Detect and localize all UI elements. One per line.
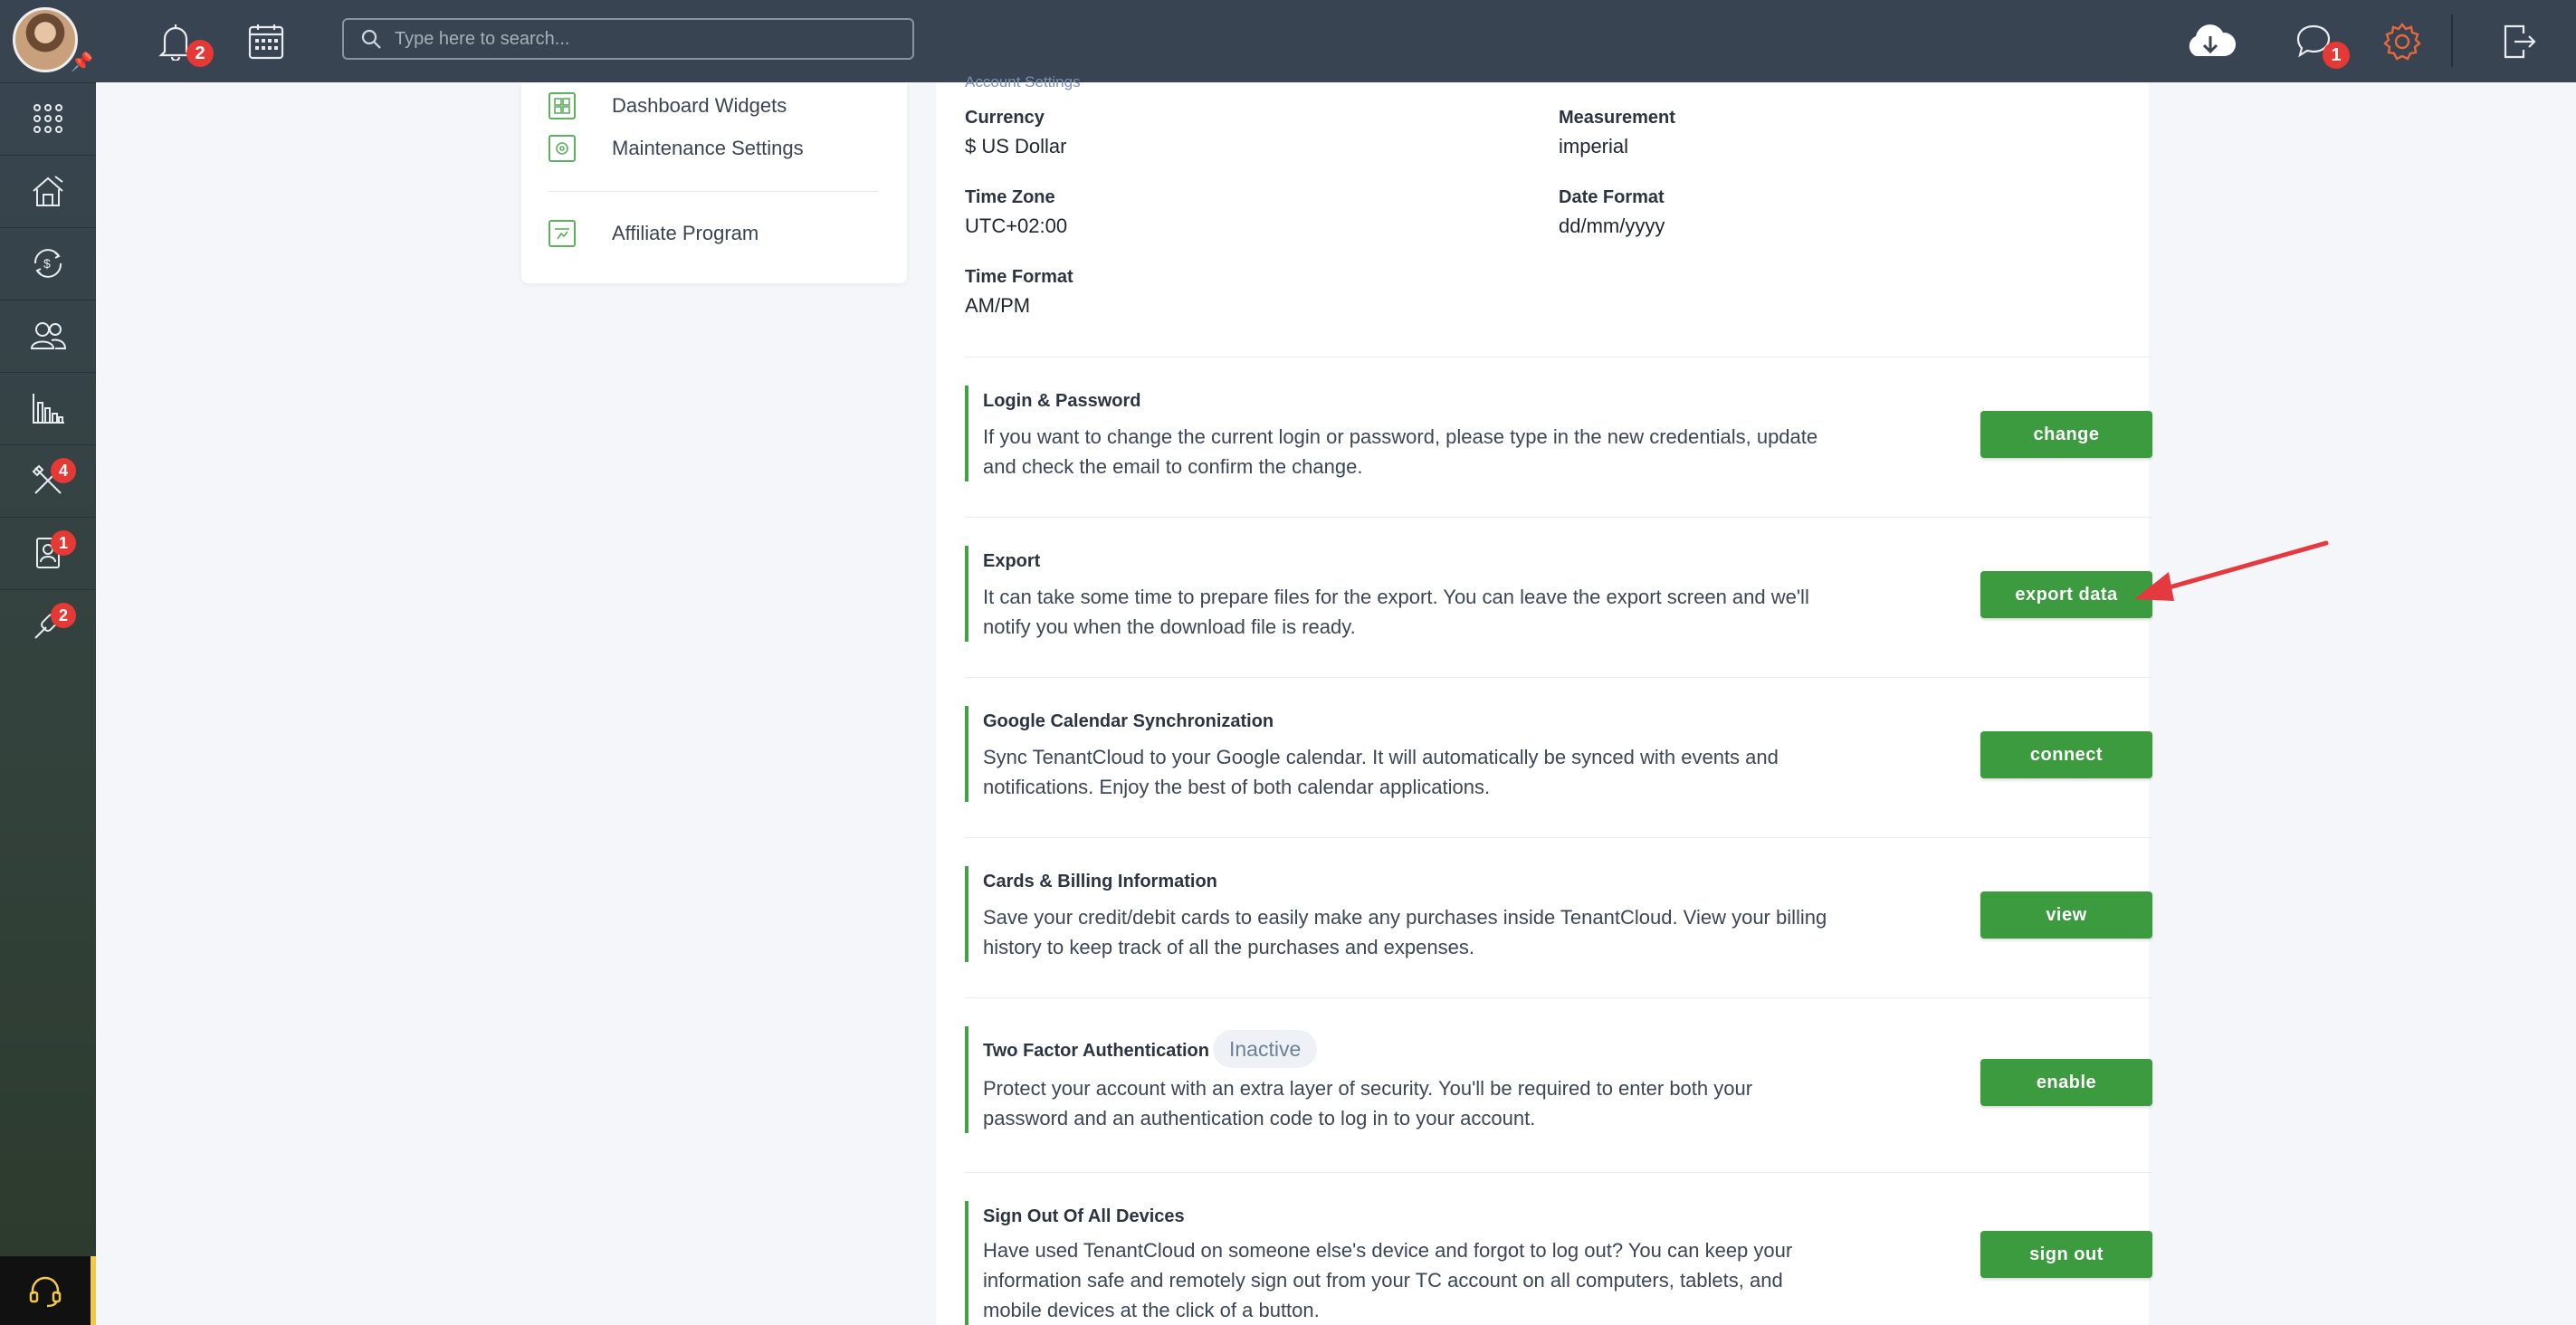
maintenance-settings-icon <box>549 135 576 162</box>
sidebar-item-apps[interactable] <box>0 82 96 153</box>
maintenance-badge: 4 <box>51 458 76 483</box>
sidebar: 📌 $ 4 1 2 <box>0 0 96 1325</box>
annotation-arrow-icon <box>2134 540 2329 601</box>
nav-item-label: Dashboard Widgets <box>612 94 787 117</box>
accent-bar <box>965 386 968 481</box>
divider <box>965 677 2152 678</box>
messages-badge: 1 <box>2323 42 2350 69</box>
money-cycle-icon: $ <box>33 248 62 278</box>
setting-title: Sign Out Of All Devices <box>983 1206 1185 1226</box>
accent-bar <box>965 866 968 962</box>
timezone-value: UTC+02:00 <box>965 214 1068 237</box>
house-icon <box>33 175 63 206</box>
sidebar-item-marketing[interactable]: 2 <box>0 589 96 660</box>
calendar-icon <box>248 24 284 60</box>
nav-divider <box>549 191 878 192</box>
search-box[interactable] <box>342 18 914 60</box>
notifications-button[interactable]: 2 <box>150 16 214 67</box>
marketing-badge: 2 <box>51 603 76 628</box>
measurement-value: imperial <box>1559 135 1629 157</box>
messages-button[interactable]: 1 <box>2288 16 2350 69</box>
settings-button[interactable] <box>2377 16 2428 67</box>
svg-text:$: $ <box>43 256 51 271</box>
setting-title: Login & Password <box>983 391 1141 411</box>
sidebar-item-properties[interactable] <box>0 155 96 225</box>
sidebar-item-contacts[interactable] <box>0 300 96 370</box>
sidebar-item-maintenance[interactable]: 4 <box>0 444 96 515</box>
setting-description: If you want to change the current login … <box>983 425 1818 478</box>
settings-nav: Dashboard Widgets Maintenance Settings A… <box>521 82 907 283</box>
nav-item-maintenance-settings[interactable]: Maintenance Settings <box>549 132 804 165</box>
enable-button[interactable]: enable <box>1980 1059 2152 1106</box>
currency-label: Currency <box>965 108 1045 128</box>
setting-description: It can take some time to prepare files f… <box>983 586 1809 638</box>
setting-cards-billing: Cards & Billing Information Save your cr… <box>965 866 2152 984</box>
timeformat-value: AM/PM <box>965 294 1031 317</box>
currency-value: $ US Dollar <box>965 135 1067 157</box>
setting-description: Have used TenantCloud on someone else's … <box>983 1239 1793 1321</box>
cloud-download-icon <box>2189 24 2237 56</box>
sidebar-item-reports[interactable] <box>0 372 96 443</box>
topbar-divider <box>2451 14 2453 67</box>
divider <box>965 837 2152 838</box>
account-settings-panel: Account Settings Currency $ US Dollar Me… <box>936 73 2152 1325</box>
setting-title: Two Factor Authentication <box>983 1041 1209 1061</box>
affiliate-icon <box>549 220 576 247</box>
setting-sign-out-all: Sign Out Of All Devices Have used Tenant… <box>965 1201 2152 1325</box>
timezone-label: Time Zone <box>965 187 1055 207</box>
search-input[interactable] <box>395 28 902 50</box>
top-bar: 2 1 <box>96 0 2576 82</box>
people-icon <box>30 321 67 349</box>
bar-chart-icon <box>33 393 64 424</box>
accent-bar <box>965 706 968 802</box>
setting-google-calendar: Google Calendar Synchronization Sync Ten… <box>965 706 2152 824</box>
grid-icon <box>33 103 62 133</box>
accent-bar <box>965 1026 968 1133</box>
status-badge: Inactive <box>1213 1030 1318 1068</box>
support-button[interactable] <box>0 1256 96 1325</box>
nav-item-affiliate-program[interactable]: Affiliate Program <box>549 217 758 250</box>
sidebar-item-transactions[interactable]: $ <box>0 227 96 298</box>
logout-icon <box>2504 24 2536 59</box>
setting-title: Google Calendar Synchronization <box>983 711 1274 731</box>
setting-description: Protect your account with an extra layer… <box>983 1077 1753 1130</box>
dateformat-label: Date Format <box>1559 187 1665 207</box>
headset-icon <box>29 1276 62 1308</box>
logout-button[interactable] <box>2495 16 2545 67</box>
user-avatar[interactable] <box>13 7 78 72</box>
divider <box>965 517 2152 518</box>
download-button[interactable] <box>2181 16 2239 67</box>
nav-item-label: Maintenance Settings <box>612 137 804 159</box>
search-icon <box>361 29 381 49</box>
sidebar-item-applications[interactable]: 1 <box>0 517 96 587</box>
setting-description: Sync TenantCloud to your Google calendar… <box>983 746 1779 798</box>
pin-icon[interactable]: 📌 <box>71 51 93 73</box>
widgets-icon <box>549 92 576 119</box>
setting-export: Export It can take some time to prepare … <box>965 546 2152 663</box>
setting-title: Cards & Billing Information <box>983 872 1217 891</box>
dateformat-value: dd/mm/yyyy <box>1559 214 1665 237</box>
connect-button[interactable]: connect <box>1980 731 2152 778</box>
divider <box>965 1172 2152 1173</box>
calendar-button[interactable] <box>241 16 291 67</box>
setting-login-password: Login & Password If you want to change t… <box>965 386 2152 503</box>
divider <box>965 997 2152 998</box>
applications-badge: 1 <box>51 530 76 556</box>
accent-bar <box>965 546 968 642</box>
section-title: Account Settings <box>965 73 1081 91</box>
change-button[interactable]: change <box>1980 411 2152 458</box>
setting-two-factor: Two Factor Authentication Inactive Prote… <box>965 1026 2152 1162</box>
nav-item-dashboard-widgets[interactable]: Dashboard Widgets <box>549 90 787 122</box>
notifications-badge: 2 <box>186 40 214 67</box>
setting-description: Save your credit/debit cards to easily m… <box>983 906 1827 958</box>
accent-bar <box>965 1201 968 1325</box>
view-button[interactable]: view <box>1980 891 2152 939</box>
gear-icon <box>2383 23 2421 61</box>
timeformat-label: Time Format <box>965 267 1073 287</box>
measurement-label: Measurement <box>1559 108 1675 128</box>
nav-item-label: Affiliate Program <box>612 222 759 244</box>
sign-out-button[interactable]: sign out <box>1980 1231 2152 1278</box>
setting-title: Export <box>983 551 1041 571</box>
